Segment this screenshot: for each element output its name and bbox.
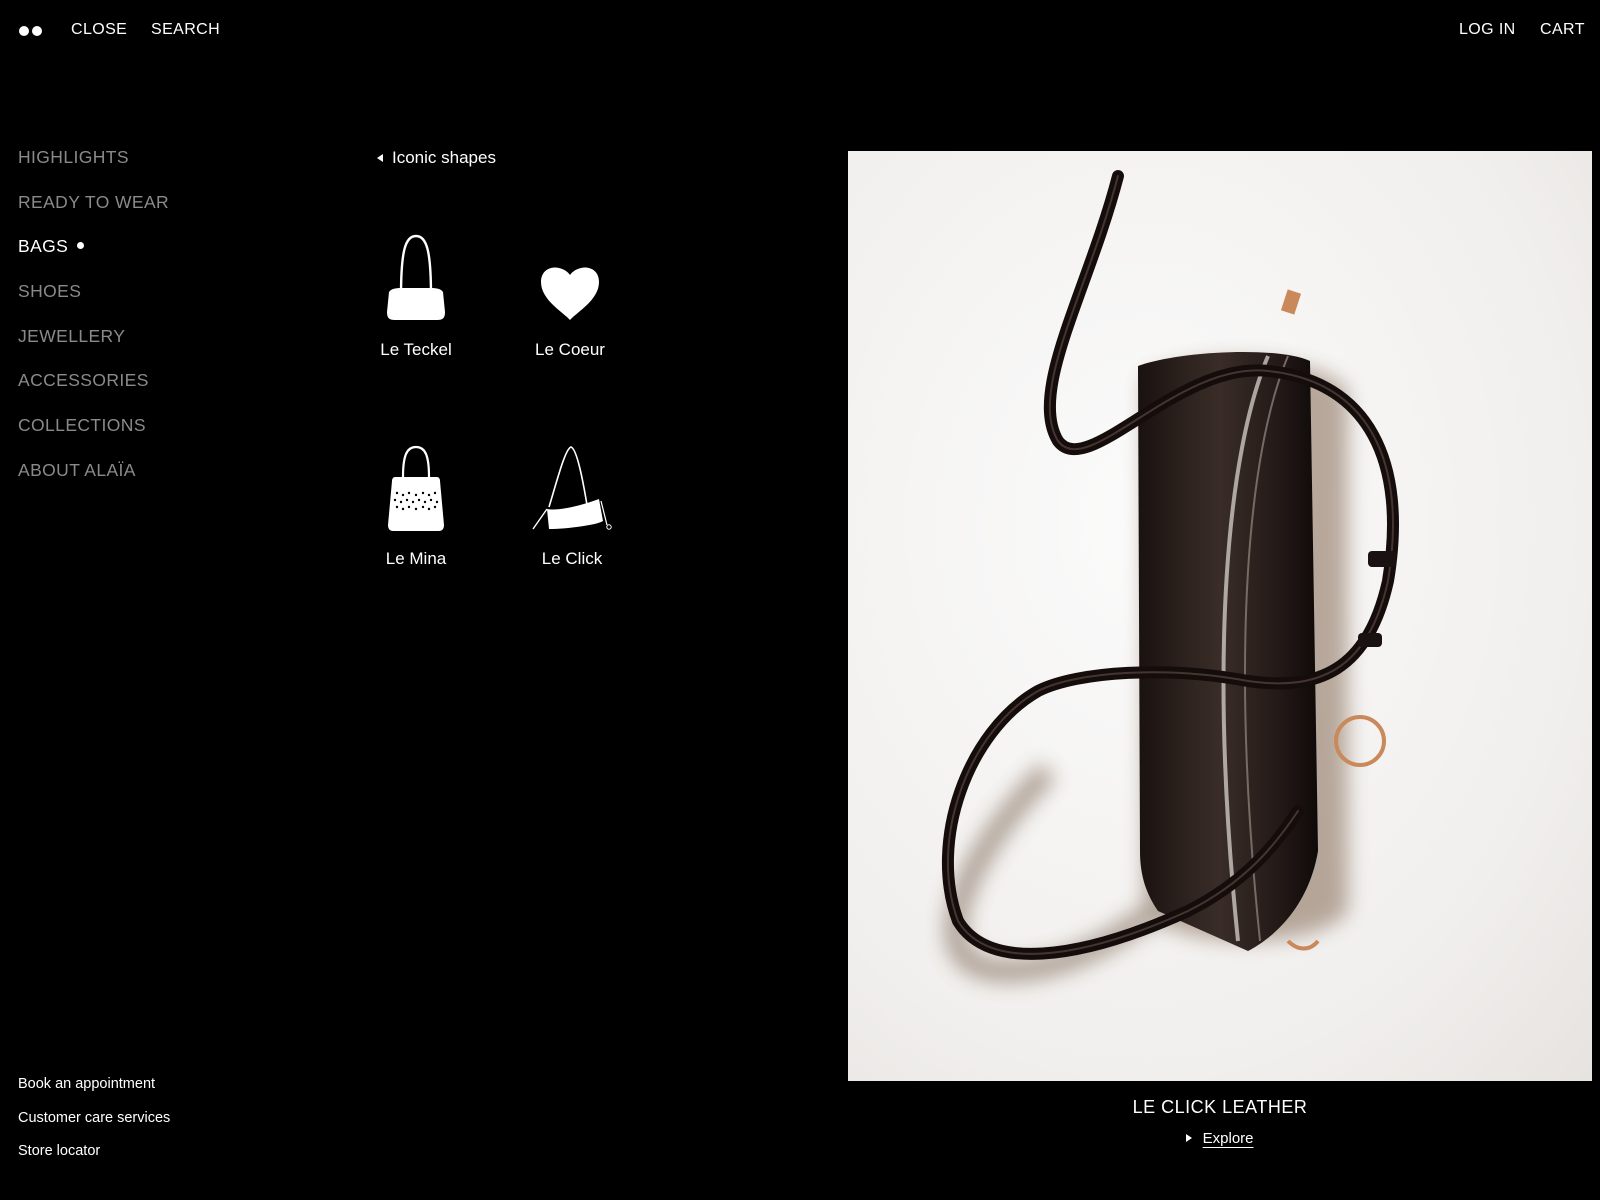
shape-label: Le Coeur (535, 340, 605, 359)
footer-links: Book an appointment Customer care servic… (18, 1076, 170, 1177)
submenu-back-button[interactable]: Iconic shapes (377, 148, 496, 168)
heart-bag-icon (541, 267, 599, 320)
shape-card-le-coeur[interactable]: Le Coeur (495, 232, 645, 360)
login-button[interactable]: LOG IN (1459, 21, 1516, 39)
top-bar: CLOSE SEARCH LOG IN CART (0, 0, 1600, 62)
explore-link[interactable]: Explore (1203, 1130, 1254, 1147)
nav-item-accessories[interactable]: ACCESSORIES (18, 369, 169, 414)
nav-item-about-alaia[interactable]: ABOUT ALAÏA (18, 459, 169, 504)
nav-item-shoes[interactable]: SHOES (18, 280, 169, 325)
main-nav: HIGHLIGHTS READY TO WEAR BAGS SHOES JEWE… (18, 146, 169, 504)
shape-card-le-teckel[interactable]: Le Teckel (341, 232, 491, 360)
nav-item-label: HIGHLIGHTS (18, 147, 129, 167)
nav-item-collections[interactable]: COLLECTIONS (18, 414, 169, 459)
shape-label: Le Teckel (380, 340, 452, 359)
customer-care-link[interactable]: Customer care services (18, 1110, 170, 1144)
nav-item-highlights[interactable]: HIGHLIGHTS (18, 146, 169, 191)
cart-button[interactable]: CART (1540, 21, 1585, 39)
search-button[interactable]: SEARCH (151, 21, 220, 39)
nav-item-ready-to-wear[interactable]: READY TO WEAR (18, 191, 169, 236)
nav-item-jewellery[interactable]: JEWELLERY (18, 325, 169, 370)
close-button[interactable]: CLOSE (71, 21, 127, 39)
logo-dot (32, 26, 42, 36)
active-indicator-icon (77, 242, 85, 250)
shape-label: Le Mina (385, 549, 447, 568)
teckel-bag-icon (387, 234, 445, 320)
nav-item-label: COLLECTIONS (18, 415, 146, 436)
submenu-title: Iconic shapes (392, 148, 496, 167)
mina-bag-icon (388, 445, 444, 531)
nav-item-bags[interactable]: BAGS (18, 235, 169, 280)
featured-product-title: LE CLICK LEATHER (1132, 1097, 1308, 1117)
shape-label: Le Click (541, 549, 603, 568)
nav-item-label: JEWELLERY (18, 325, 126, 346)
nav-item-label: READY TO WEAR (18, 191, 170, 212)
play-arrow-icon (1186, 1134, 1193, 1143)
featured-explore: Explore (848, 1130, 1592, 1147)
back-arrow-icon (377, 154, 383, 162)
featured-product-image[interactable] (848, 151, 1592, 1081)
nav-item-label: ACCESSORIES (18, 370, 149, 391)
nav-item-label: SHOES (18, 281, 82, 302)
book-appointment-link[interactable]: Book an appointment (18, 1076, 170, 1110)
click-bag-icon (532, 446, 612, 530)
logo-dot (19, 26, 29, 36)
logo-icon[interactable] (19, 26, 42, 36)
nav-item-label: BAGS (18, 236, 69, 257)
shape-card-le-click[interactable]: Le Click (497, 441, 647, 569)
leather-bag-photo (941, 170, 1399, 983)
nav-item-label: ABOUT ALAÏA (18, 459, 136, 480)
shape-card-le-mina[interactable]: Le Mina (341, 441, 491, 569)
store-locator-link[interactable]: Store locator (18, 1143, 170, 1177)
